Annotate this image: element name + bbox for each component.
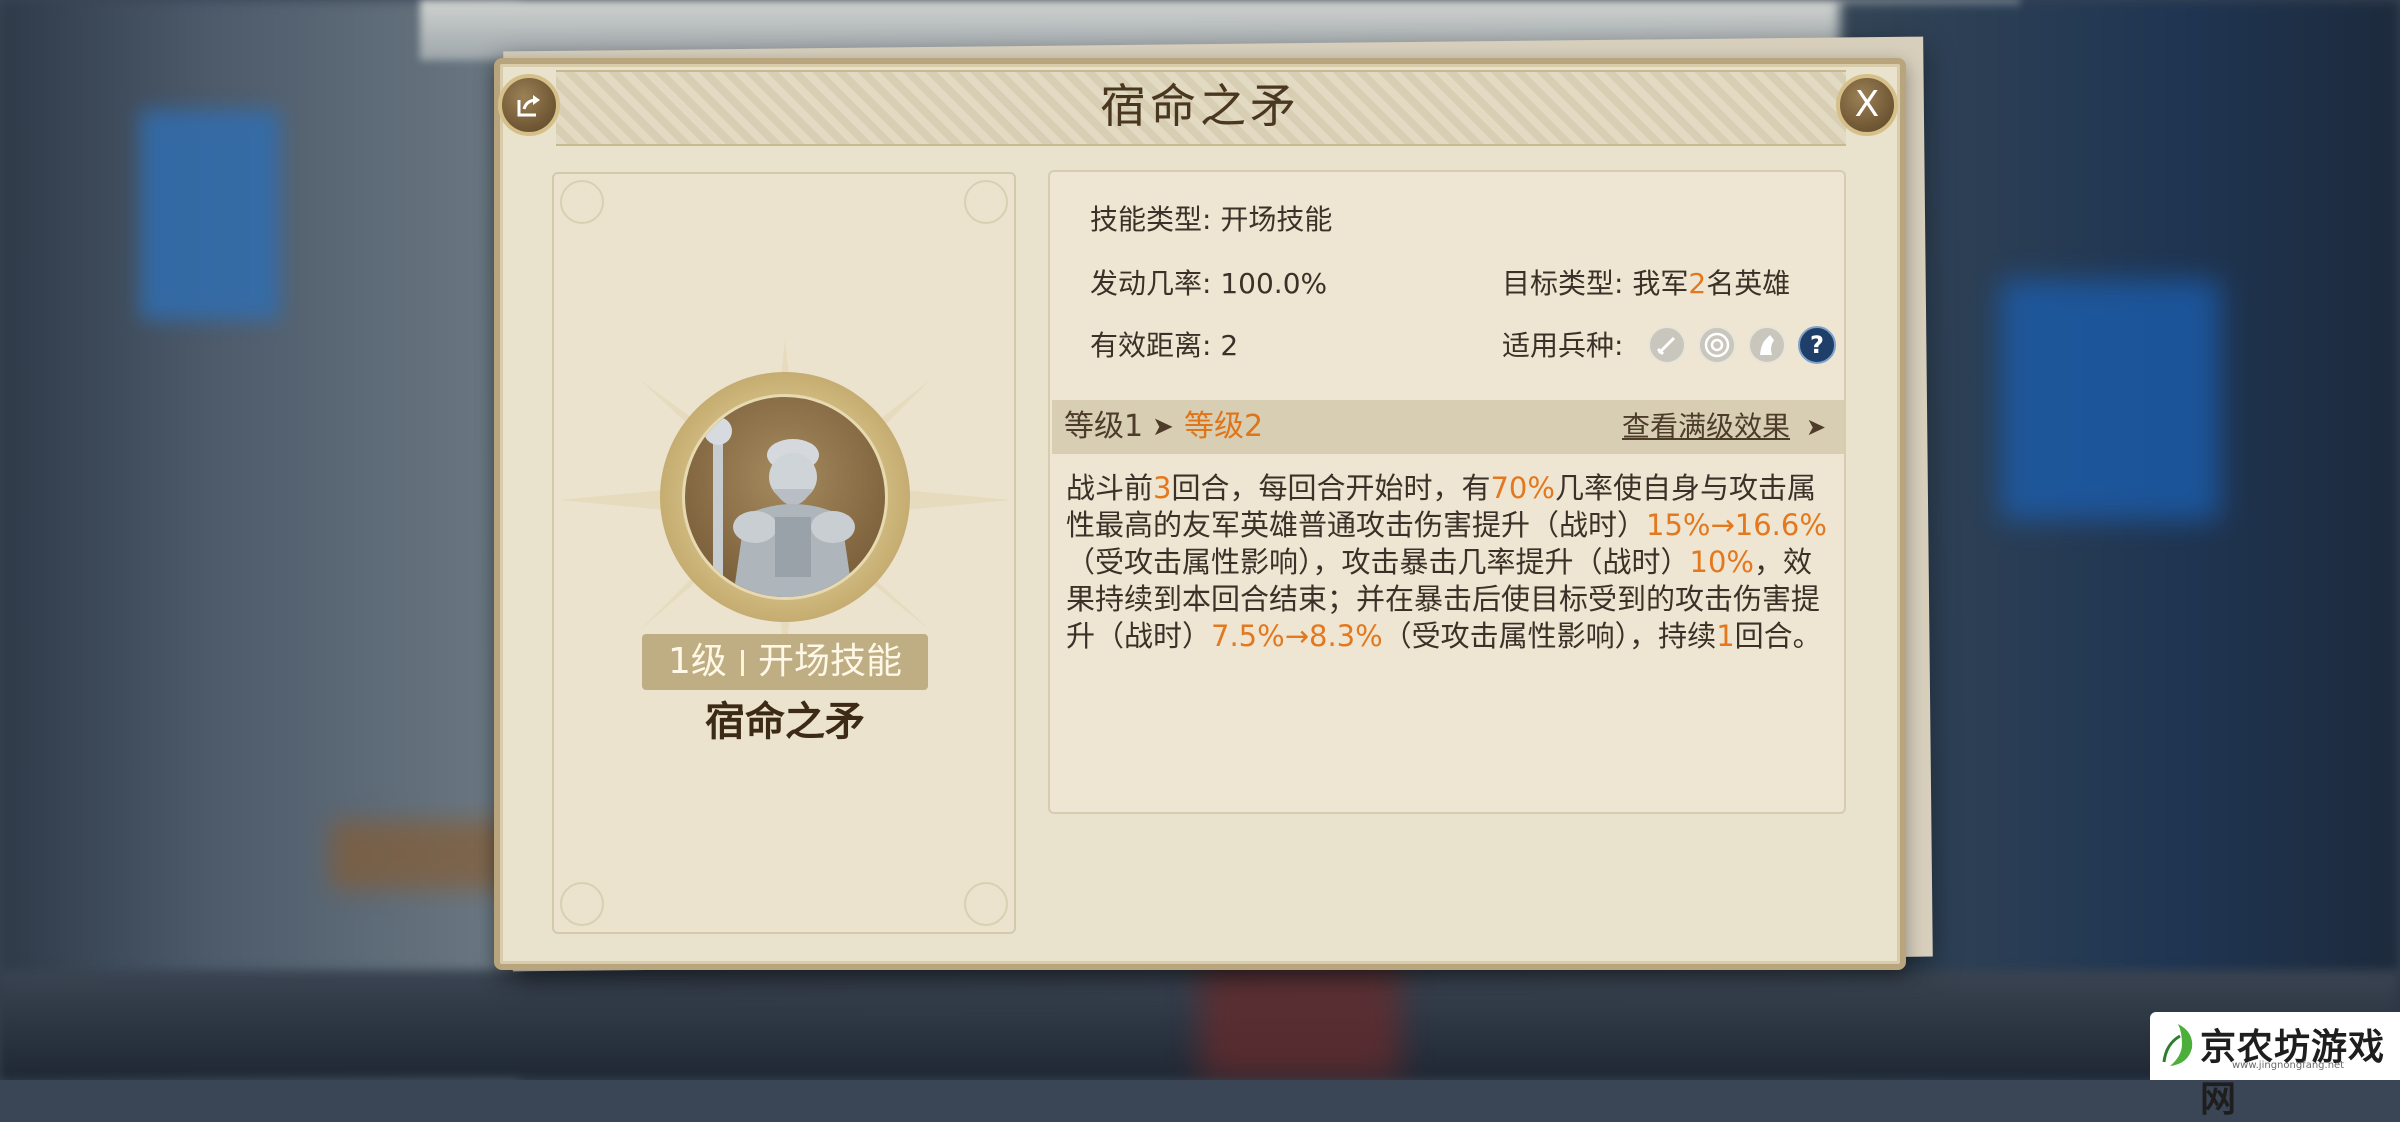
level-from: 等级1 (1064, 409, 1144, 444)
target-type-row: 目标类型: 我军2名英雄 (1502, 266, 1790, 302)
target-type-suffix: 名英雄 (1706, 267, 1791, 300)
skill-type-tag: 开场技能 (757, 641, 902, 682)
skill-level-tag: 1级 开场技能 (642, 634, 928, 690)
range-value: 2 (1220, 329, 1239, 362)
range-row: 有效距离: 2 (1090, 328, 1238, 364)
description-text: 战斗前 (1066, 471, 1154, 505)
dialog-title: 宿命之矛 (1100, 79, 1300, 133)
description-highlight: 7.5%→8.3% (1211, 619, 1383, 653)
target-type-count: 2 (1688, 267, 1707, 300)
skill-description: 战斗前3回合，每回合开始时，有70%几率使自身与攻击属性最高的友军英雄普通攻击伤… (1066, 470, 1836, 655)
range-label: 有效距离: (1090, 329, 1212, 362)
trigger-rate-label: 发动几率: (1090, 267, 1212, 300)
skill-name: 宿命之矛 (705, 699, 865, 745)
view-max-level-link[interactable]: 查看满级效果 (1622, 408, 1790, 446)
troop-types-label: 适用兵种: (1502, 329, 1624, 362)
description-highlight: 3 (1153, 471, 1172, 505)
target-icon[interactable] (1698, 326, 1736, 364)
chevron-right-icon: ➤ (1806, 413, 1827, 441)
description-highlight: 15%→16.6% (1646, 508, 1827, 542)
skill-type-label: 技能类型: (1090, 203, 1212, 236)
close-icon: X (1854, 84, 1880, 125)
description-text: 回合。 (1734, 619, 1822, 653)
troop-types-row: 适用兵种: (1502, 328, 1623, 364)
question-icon[interactable]: ? (1798, 326, 1836, 364)
description-text: 回合，每回合开始时，有 (1171, 471, 1491, 505)
skill-level: 1级 (668, 641, 727, 682)
description-highlight: 10% (1689, 545, 1754, 579)
level-to: 等级2 (1184, 409, 1264, 444)
watermark-logo-icon (2162, 1024, 2193, 1066)
skill-type-row: 技能类型: 开场技能 (1090, 202, 1332, 238)
level-arrow-icon: ➤ (1152, 412, 1174, 442)
skill-type-value: 开场技能 (1220, 203, 1333, 236)
description-text: （受攻击属性影响），持续 (1382, 619, 1717, 653)
share-icon (517, 95, 540, 117)
close-button[interactable]: X (1836, 74, 1898, 136)
horse-icon[interactable] (1748, 326, 1786, 364)
trigger-rate-value: 100.0% (1220, 267, 1328, 300)
description-highlight: 70% (1490, 471, 1555, 505)
hero-portrait (682, 394, 888, 600)
description-text: （受攻击属性影响），攻击暴击几率提升（战时） (1066, 545, 1690, 579)
target-type-prefix: 我军 (1632, 267, 1689, 300)
share-button[interactable] (498, 74, 560, 136)
watermark-url: www.jingnongfang.net (2232, 1060, 2345, 1071)
target-type-label: 目标类型: (1502, 267, 1624, 300)
description-highlight: 1 (1716, 619, 1735, 653)
sword-icon[interactable] (1648, 326, 1686, 364)
trigger-rate-row: 发动几率: 100.0% (1090, 266, 1327, 302)
